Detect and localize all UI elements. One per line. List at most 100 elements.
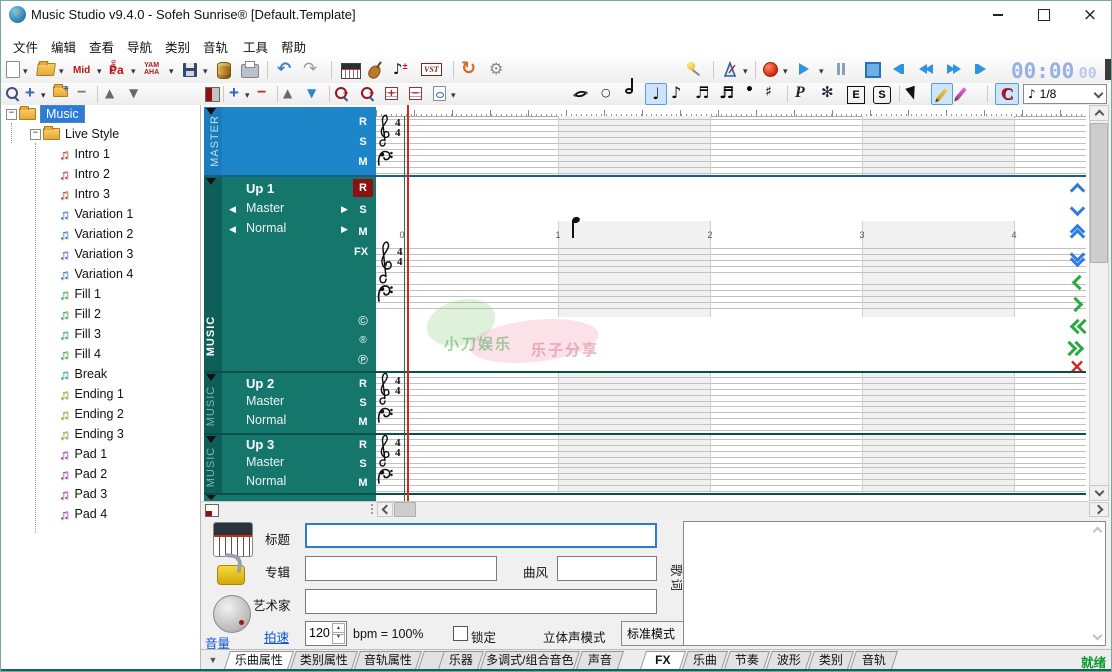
up3-name[interactable]: Up 3: [246, 437, 274, 452]
collapse-triangle-icon[interactable]: [206, 108, 216, 115]
tree-expander-livestyle[interactable]: [30, 129, 41, 140]
up2-source[interactable]: Master: [246, 394, 284, 408]
thirtysecond-note-button[interactable]: [719, 85, 733, 101]
tree-item-variation2[interactable]: Variation 2: [59, 225, 133, 243]
up2-track-header[interactable]: [204, 373, 376, 433]
tempo-link[interactable]: 拍速: [264, 627, 289, 646]
up2-bass-staff[interactable]: [376, 406, 1086, 431]
zoom-in-button[interactable]: +: [335, 87, 347, 99]
tree-item-fill1[interactable]: Fill 1: [59, 285, 101, 303]
tree-item-variation3[interactable]: Variation 3: [59, 245, 133, 263]
menu-navigate[interactable]: 导航: [123, 35, 156, 58]
tree-item-ending2[interactable]: Ending 2: [59, 405, 124, 423]
album-input[interactable]: [305, 556, 497, 581]
menu-view[interactable]: 查看: [85, 35, 118, 58]
playhead[interactable]: [407, 105, 409, 501]
undo-button[interactable]: [277, 61, 291, 78]
tree-item-pad1[interactable]: Pad 1: [59, 445, 107, 463]
vscroll-thumb[interactable]: [1090, 123, 1108, 263]
up3-mode[interactable]: Normal: [246, 474, 286, 488]
up1-name[interactable]: Up 1: [246, 181, 274, 196]
up1-mode[interactable]: Normal: [246, 221, 286, 235]
collapse-triangle-icon[interactable]: [206, 436, 216, 443]
tree-item-intro1[interactable]: Intro 1: [59, 145, 110, 163]
dotted-note-button[interactable]: [745, 83, 754, 97]
redo-button[interactable]: [303, 61, 317, 78]
tab-multimode[interactable]: 多调式/组合音色: [480, 651, 580, 669]
splitter-grip[interactable]: [371, 504, 376, 514]
hscroll-left-button[interactable]: [377, 502, 393, 517]
tree-add-button[interactable]: +: [25, 83, 35, 103]
octave-down-button[interactable]: [1065, 247, 1089, 269]
midi-import-button[interactable]: Mid: [73, 65, 90, 76]
korg-dropdown[interactable]: [131, 66, 136, 77]
tree-move-down-button[interactable]: [129, 87, 138, 99]
up1-fx-button[interactable]: FX: [351, 243, 371, 261]
save-dropdown[interactable]: [203, 66, 208, 77]
master-solo-button[interactable]: S: [353, 133, 373, 151]
pencil-tool-button[interactable]: [931, 83, 953, 105]
up2-name[interactable]: Up 2: [246, 376, 274, 391]
up1-solo-button[interactable]: S: [353, 201, 373, 219]
metronome-button[interactable]: [721, 61, 739, 79]
menu-file[interactable]: 文件: [9, 35, 42, 58]
move-note-down-button[interactable]: [1065, 201, 1089, 219]
snap-magnet-button[interactable]: C: [995, 83, 1019, 105]
octave-up-button[interactable]: [1065, 221, 1089, 243]
pause-button[interactable]: [837, 63, 845, 75]
master-mute-button[interactable]: M: [353, 153, 373, 171]
up3-record-button[interactable]: R: [353, 436, 373, 454]
record-dropdown[interactable]: [783, 66, 788, 77]
scroll-down-icon[interactable]: [1093, 631, 1103, 641]
midi-dropdown[interactable]: [97, 66, 102, 77]
genre-input[interactable]: [557, 556, 657, 581]
open-file-button[interactable]: [36, 63, 56, 76]
maximize-button[interactable]: [1027, 5, 1061, 25]
tab-instruments[interactable]: 乐器: [438, 651, 484, 669]
record-button[interactable]: [763, 62, 778, 77]
up2-treble-staff[interactable]: [376, 377, 1086, 402]
whole-note-button[interactable]: [601, 87, 611, 98]
tree-item-ending3[interactable]: Ending 3: [59, 425, 124, 443]
up1-record-button[interactable]: R: [353, 179, 373, 197]
hscroll-right-button[interactable]: [1089, 502, 1109, 517]
tab-category-properties[interactable]: 类别属性: [290, 651, 358, 669]
pedal-button[interactable]: P: [795, 84, 805, 102]
lock-checkbox[interactable]: [453, 626, 468, 641]
tuplet-button[interactable]: [821, 85, 834, 100]
microphone-button[interactable]: [687, 62, 695, 70]
master-treble-staff[interactable]: [376, 119, 1086, 144]
tree-item-fill3[interactable]: Fill 3: [59, 325, 101, 343]
piano-window-button[interactable]: [341, 63, 361, 79]
tab-rhythm[interactable]: 节奏: [724, 651, 770, 669]
master-bass-staff[interactable]: [376, 149, 1086, 174]
menu-help[interactable]: 帮助: [277, 35, 310, 58]
next-source-arrow[interactable]: ▶: [341, 204, 348, 215]
tab-track[interactable]: 音轨: [850, 651, 898, 669]
track-mini-icon[interactable]: [205, 504, 219, 517]
up3-track-header[interactable]: [204, 435, 376, 493]
open-file-dropdown[interactable]: [59, 66, 64, 77]
korg-pa-button[interactable]: KORG Pa: [109, 61, 124, 79]
up2-solo-button[interactable]: S: [353, 394, 373, 412]
step-back-button[interactable]: [893, 64, 904, 74]
collapse-rows-button[interactable]: −: [409, 87, 422, 100]
quarter-note-button[interactable]: [645, 83, 667, 105]
guitar-window-button[interactable]: [366, 63, 383, 81]
tree-remove-button[interactable]: −: [77, 84, 86, 102]
track-add-dropdown[interactable]: [245, 90, 250, 101]
yamaha-button[interactable]: YAM AHA: [144, 62, 159, 76]
collapse-triangle-icon[interactable]: [206, 495, 216, 500]
play-dropdown[interactable]: [819, 66, 824, 77]
vst-button[interactable]: VST: [421, 63, 442, 76]
vscroll-up-button[interactable]: [1089, 105, 1109, 121]
tree-move-up-button[interactable]: [105, 87, 114, 99]
zoom-out-button[interactable]: −: [361, 87, 373, 99]
up1-mute-button[interactable]: M: [353, 223, 373, 241]
step-left-button[interactable]: [1065, 273, 1089, 291]
collapse-triangle-icon[interactable]: [206, 178, 216, 185]
play-button[interactable]: [799, 63, 809, 75]
tree-item-pad4[interactable]: Pad 4: [59, 505, 107, 523]
tab-track-properties[interactable]: 音轨属性: [354, 651, 422, 669]
sixteenth-note-button[interactable]: [695, 85, 709, 101]
